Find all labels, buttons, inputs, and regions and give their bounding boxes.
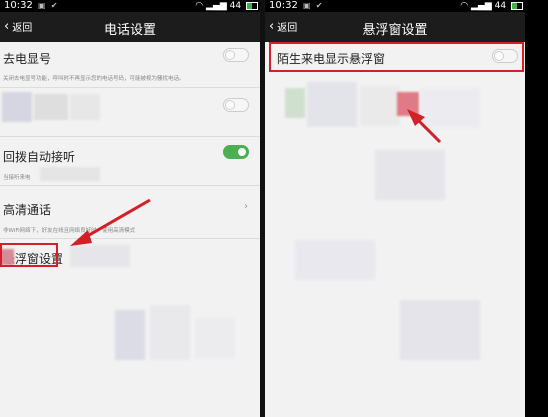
chevron-right-icon: ›: [244, 201, 248, 212]
toggle-knob: [225, 50, 235, 60]
wifi-icon: ◠: [195, 1, 204, 11]
pixelated-area: [150, 305, 190, 360]
toggle-knob: [237, 147, 247, 157]
pixelated-area: [420, 88, 480, 128]
left-phone-screen: 10:32 ▣ ✔ ◠ ▂▄▆ 44 ‹ 返回 电话设置 去电显号 关闭去电显号…: [0, 0, 260, 417]
pixelated-area: [195, 318, 235, 358]
status-time: 10:32: [4, 0, 33, 11]
notification-icon: ▣: [38, 1, 46, 10]
setting-label: 去电显号: [3, 52, 52, 66]
signal-icon: ▂▄▆: [471, 1, 492, 11]
status-time: 10:32: [269, 0, 298, 11]
pixelated-area: [307, 82, 357, 127]
pixelated-area: [295, 240, 375, 280]
toggle-knob: [225, 100, 235, 110]
pixelated-area: [40, 167, 100, 181]
pixelated-area: [34, 94, 68, 120]
status-bar: 10:32 ▣ ✔ ◠ ▂▄▆ 44: [265, 0, 525, 12]
notification-icon: ▣: [303, 1, 311, 10]
page-title: 电话设置: [103, 23, 156, 38]
setting-row-caller-id[interactable]: 去电显号 关闭去电显号功能，呼叫时不再显示您的电话号码，可能被视为骚扰电话。: [0, 42, 260, 87]
auto-answer-toggle[interactable]: [223, 145, 249, 159]
setting-label: 回拨自动接听: [3, 150, 76, 164]
setting-row-hd-call[interactable]: 高清通话 › 非WiFi网络下，好友在线且网络良好时，使用高清模式: [0, 186, 260, 238]
setting-label: 高清通话: [3, 203, 52, 217]
pixelated-area: [285, 88, 305, 118]
setting-row-blurred[interactable]: [0, 88, 260, 136]
page-title: 悬浮窗设置: [362, 23, 428, 38]
pixelated-area: [397, 92, 419, 116]
pixelated-area: [375, 150, 445, 200]
pixelated-area: [115, 310, 145, 360]
setting-hint: 关闭去电显号功能，呼叫时不再显示您的电话号码，可能被视为骚扰电话。: [3, 76, 185, 82]
signal-text: 44: [494, 1, 507, 11]
title-bar: ‹ 返回 电话设置: [0, 12, 260, 42]
frame-edge: [525, 0, 548, 417]
check-icon: ✔: [315, 1, 323, 10]
pixelated-area: [70, 94, 100, 120]
status-right: ◠ ▂▄▆ 44: [195, 0, 258, 12]
setting-hint: 当接听来电: [3, 175, 31, 181]
status-bar: 10:32 ▣ ✔ ◠ ▂▄▆ 44: [0, 0, 260, 12]
status-right: ◠ ▂▄▆ 44: [460, 0, 523, 12]
wifi-icon: ◠: [460, 1, 469, 11]
setting-hint: 非WiFi网络下，好友在线且网络良好时，使用高清模式: [3, 228, 136, 234]
signal-icon: ▂▄▆: [206, 1, 227, 11]
pixelated-area: [2, 92, 32, 122]
setting-toggle[interactable]: [223, 98, 249, 112]
setting-row-auto-answer[interactable]: 回拨自动接听 当接听来电: [0, 137, 260, 185]
signal-text: 44: [229, 1, 242, 11]
pixelated-area: [400, 300, 480, 360]
pixelated-area: [360, 86, 400, 126]
battery-icon: [246, 1, 258, 10]
right-phone-screen: 10:32 ▣ ✔ ◠ ▂▄▆ 44 ‹ 返回 悬浮窗设置 陌生来电显示悬浮窗: [265, 0, 525, 417]
check-icon: ✔: [50, 1, 58, 10]
title-bar: ‹ 返回 悬浮窗设置: [265, 12, 525, 42]
highlight-box: [0, 243, 58, 267]
highlight-box: [269, 42, 524, 72]
pixelated-area: [70, 245, 130, 267]
caller-id-toggle[interactable]: [223, 48, 249, 62]
battery-icon: [511, 1, 523, 10]
